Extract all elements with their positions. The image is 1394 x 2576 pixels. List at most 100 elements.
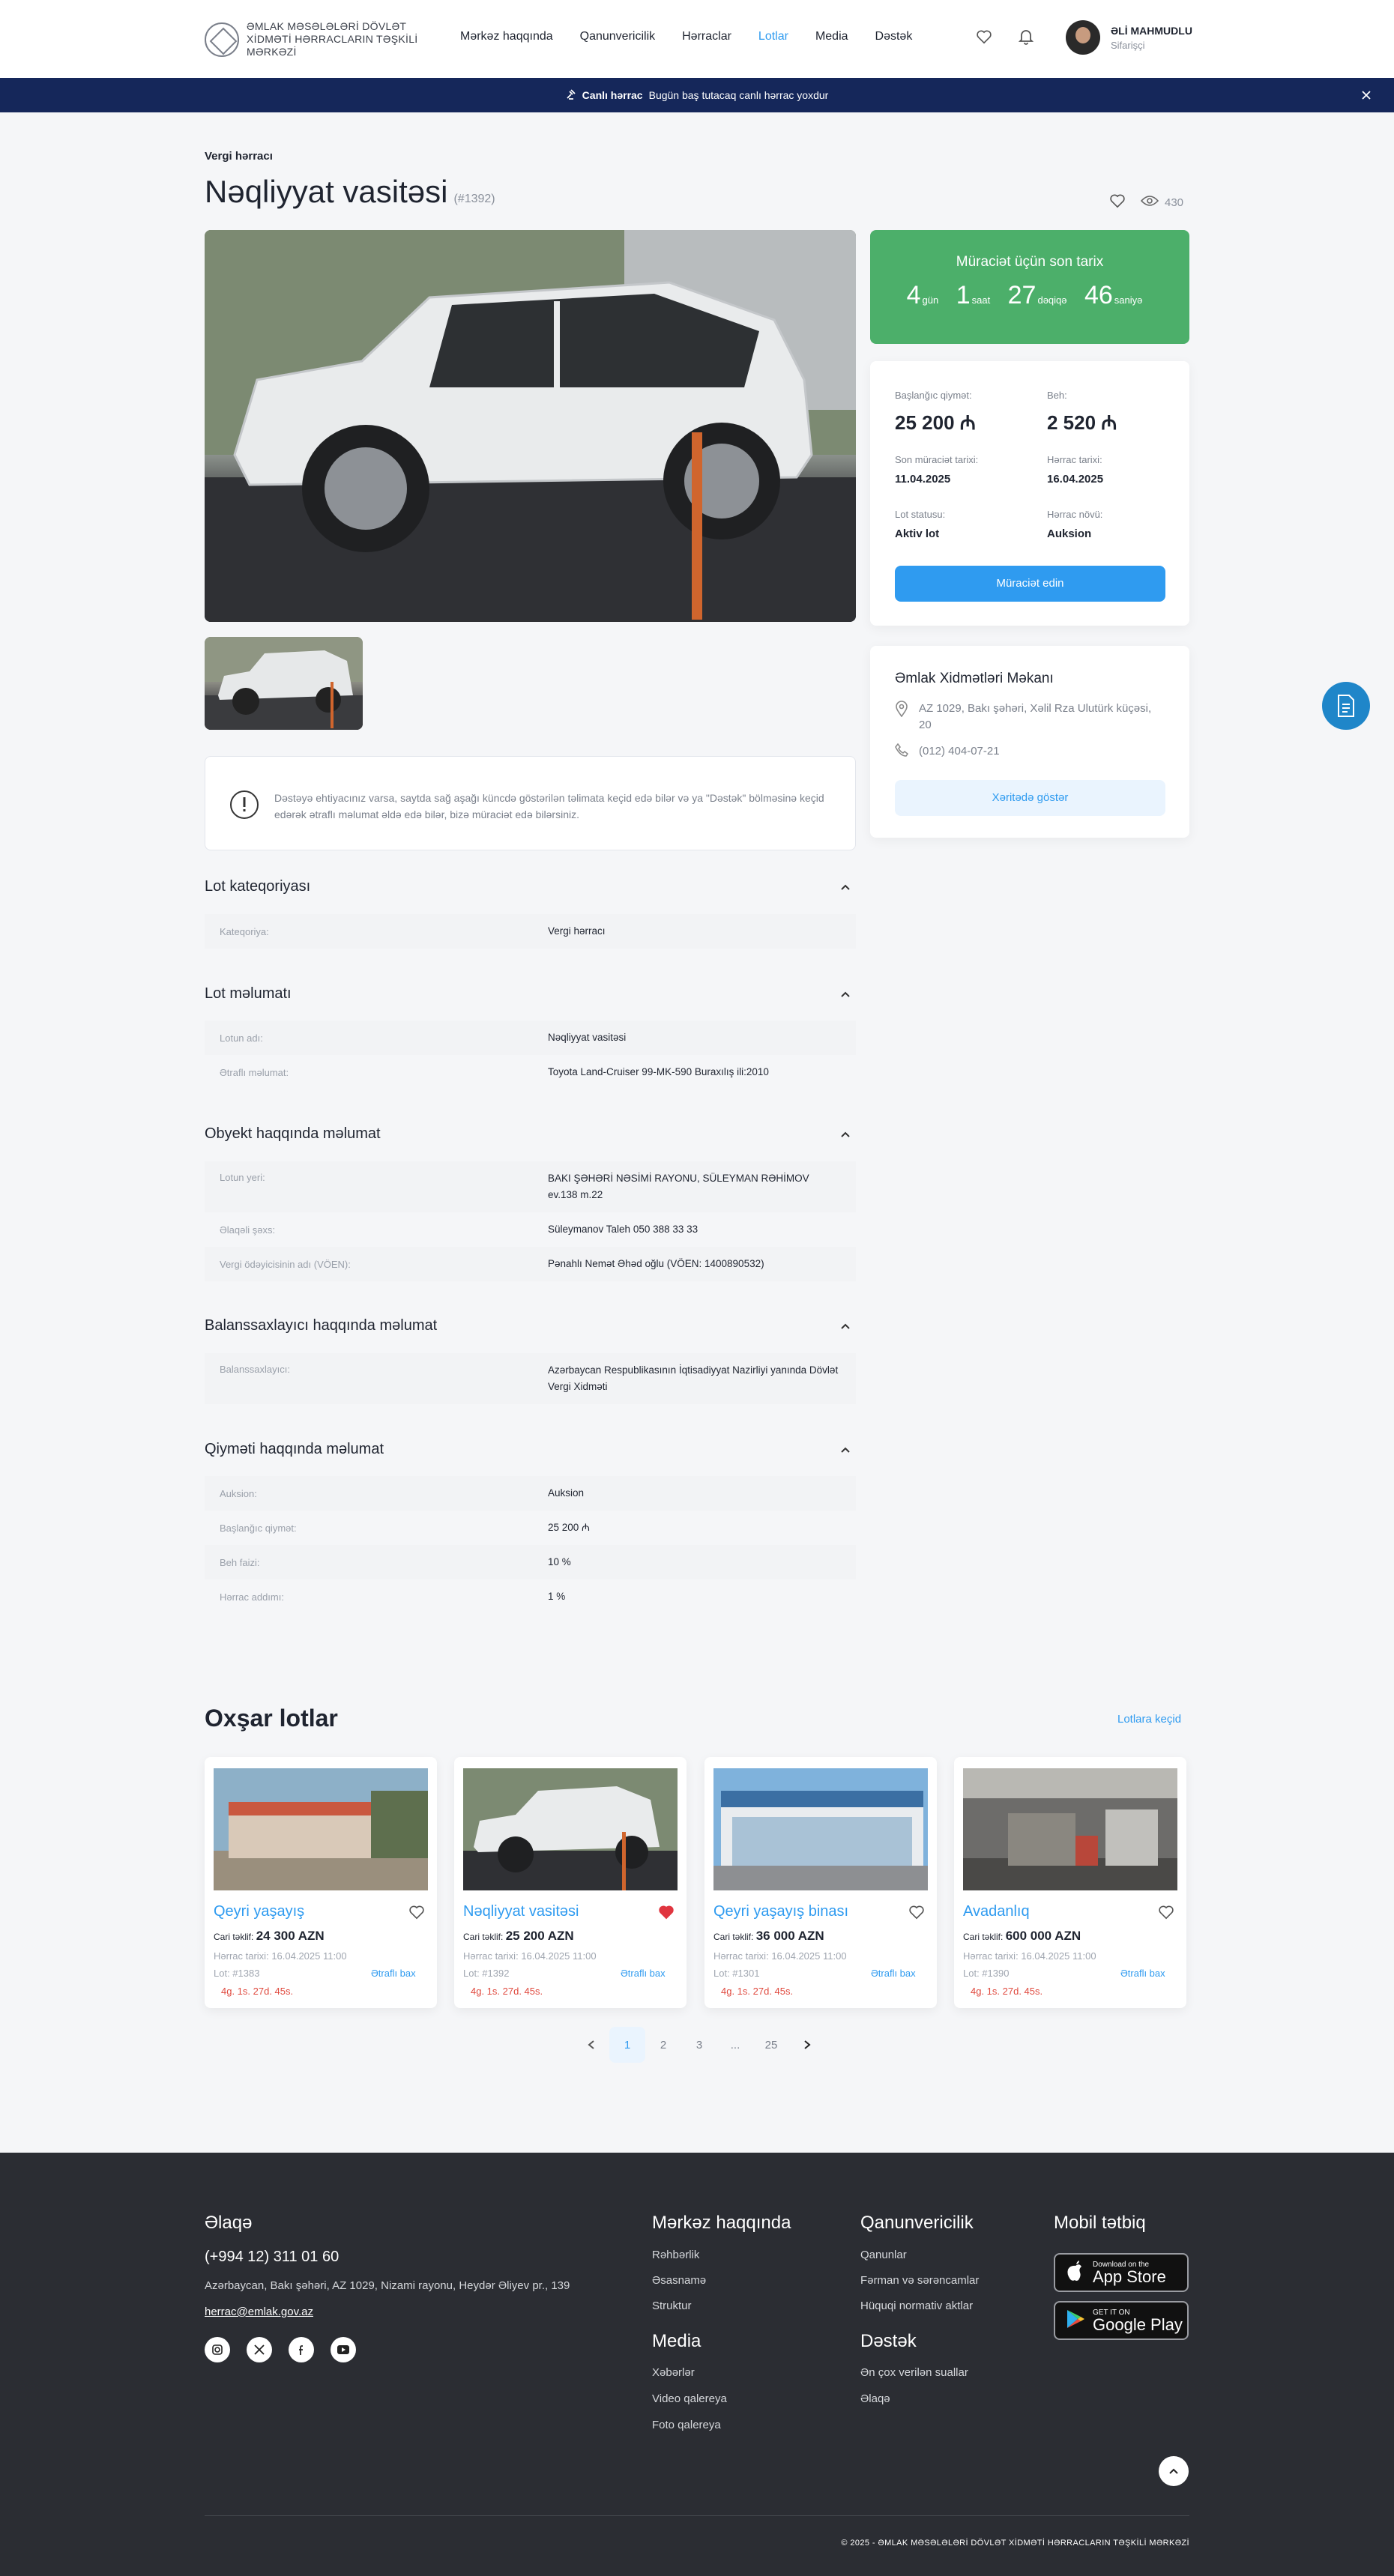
page-2[interactable]: 2 bbox=[645, 2027, 681, 2063]
chevron-up-icon[interactable] bbox=[839, 1320, 851, 1332]
document-icon[interactable] bbox=[1322, 682, 1370, 730]
lot-card[interactable]: Nəqliyyat vasitəsi Cari təklif: 25 200 A… bbox=[454, 1757, 687, 2008]
site-footer: Əlaqə (+994 12) 311 01 60 Azərbaycan, Ba… bbox=[0, 2153, 1394, 2576]
lot-card-name[interactable]: Qeyri yaşayış bbox=[214, 1903, 304, 1920]
close-icon[interactable] bbox=[1358, 87, 1375, 103]
app-store-button[interactable]: Download on the App Store bbox=[1054, 2253, 1189, 2292]
footer-link[interactable]: Fərman və sərəncamlar bbox=[860, 2274, 979, 2287]
page-title: Nəqliyyat vasitəsi (#1392) bbox=[205, 174, 495, 210]
nav-lots[interactable]: Lotlar bbox=[758, 30, 788, 43]
lot-card-name[interactable]: Qeyri yaşayış binası bbox=[713, 1903, 848, 1920]
lot-card-name[interactable]: Avadanlıq bbox=[963, 1903, 1030, 1920]
nav-media[interactable]: Media bbox=[815, 30, 848, 43]
bid-label: Cari təklif: bbox=[463, 1932, 504, 1942]
x-twitter-icon[interactable] bbox=[247, 2337, 272, 2362]
section-lotinfo-title[interactable]: Lot məlumatı bbox=[205, 985, 292, 1003]
footer-link[interactable]: Video qalereya bbox=[652, 2392, 727, 2405]
footer-link[interactable]: Xəbərlər bbox=[652, 2366, 695, 2379]
footer-link[interactable]: Struktur bbox=[652, 2300, 692, 2312]
section-holder-title[interactable]: Balanssaxlayıcı haqqında məlumat bbox=[205, 1317, 437, 1334]
heart-icon[interactable] bbox=[408, 1905, 425, 1921]
details-link[interactable]: Ətraflı bax bbox=[371, 1968, 416, 1979]
lot-main-photo[interactable] bbox=[205, 230, 856, 622]
footer-phone[interactable]: (+994 12) 311 01 60 bbox=[205, 2249, 339, 2266]
site-logo[interactable]: ƏMLAK MƏSƏLƏLƏRİ DÖVLƏT XİDMƏTİ HƏRRACLA… bbox=[205, 20, 441, 58]
nav-support[interactable]: Dəstək bbox=[875, 30, 913, 43]
lot-card[interactable]: Qeyri yaşayış binası Cari təklif: 36 000… bbox=[704, 1757, 937, 2008]
lots-link[interactable]: Lotlara keçid bbox=[1117, 1713, 1181, 1726]
breadcrumb[interactable]: Vergi hərracı bbox=[205, 150, 273, 163]
bid-value: 24 300 AZN bbox=[256, 1929, 325, 1943]
eye-icon bbox=[1140, 195, 1159, 210]
chevron-left-icon[interactable] bbox=[573, 2027, 609, 2063]
details-link[interactable]: Ətraflı bax bbox=[1120, 1968, 1165, 1979]
section-category-title[interactable]: Lot kateqoriyası bbox=[205, 878, 310, 895]
avatar bbox=[1066, 20, 1100, 55]
lot-card-photo[interactable] bbox=[214, 1768, 428, 1890]
table-row: Balanssaxlayıcı: Azərbaycan Respublikası… bbox=[205, 1353, 856, 1404]
lot-card-photo[interactable] bbox=[713, 1768, 928, 1890]
chevron-right-icon[interactable] bbox=[789, 2027, 825, 2063]
favorites-heart-icon[interactable] bbox=[974, 27, 994, 46]
section-price-title[interactable]: Qiyməti haqqında məlumat bbox=[205, 1441, 384, 1458]
bid-label: Cari təklif: bbox=[713, 1932, 754, 1942]
google-play-icon bbox=[1066, 2309, 1085, 2333]
lot-card-photo[interactable] bbox=[963, 1768, 1177, 1890]
similar-lots-title: Oxşar lotlar bbox=[205, 1705, 338, 1732]
office-address: AZ 1029, Bakı şəhəri, Xəlil Rza Ulutürk … bbox=[919, 702, 1152, 731]
footer-link[interactable]: Ən çox verilən suallar bbox=[860, 2366, 968, 2379]
nav-about[interactable]: Mərkəz haqqında bbox=[460, 30, 553, 43]
lot-card-name[interactable]: Nəqliyyat vasitəsi bbox=[463, 1903, 579, 1920]
row-key: Hərrac addımı: bbox=[220, 1591, 284, 1603]
heart-icon[interactable] bbox=[908, 1905, 925, 1921]
footer-link[interactable]: Hüquqi normativ aktlar bbox=[860, 2300, 973, 2312]
page-3[interactable]: 3 bbox=[681, 2027, 717, 2063]
footer-email[interactable]: herrac@emlak.gov.az bbox=[205, 2306, 313, 2318]
footer-link[interactable]: Əsasnamə bbox=[652, 2274, 706, 2287]
countdown-hours: 1 bbox=[956, 281, 971, 309]
footer-link[interactable]: Əlaqə bbox=[860, 2392, 890, 2405]
notification-bell-icon[interactable] bbox=[1016, 27, 1036, 46]
office-phone[interactable]: (012) 404-07-21 bbox=[919, 743, 1000, 762]
auction-date: Hərrac tarixi: 16.04.2025 bbox=[1047, 454, 1103, 486]
footer-link[interactable]: Rəhbərlik bbox=[652, 2249, 699, 2261]
lot-card[interactable]: Avadanlıq Cari təklif: 600 000 AZN Hərra… bbox=[954, 1757, 1186, 2008]
scroll-to-top-chevron-up-icon[interactable] bbox=[1159, 2456, 1189, 2486]
details-link[interactable]: Ətraflı bax bbox=[621, 1968, 666, 1979]
chevron-up-icon[interactable] bbox=[839, 988, 851, 1000]
lot-card[interactable]: Qeyri yaşayış Cari təklif: 24 300 AZN Hə… bbox=[205, 1757, 437, 2008]
nav-legislation[interactable]: Qanunvericilik bbox=[580, 30, 655, 43]
youtube-icon[interactable] bbox=[331, 2337, 356, 2362]
apply-button[interactable]: Müraciət edin bbox=[895, 566, 1165, 602]
date-value: 16.04.2025 11:00 bbox=[521, 1950, 597, 1962]
instagram-icon[interactable] bbox=[205, 2337, 230, 2362]
show-on-map-button[interactable]: Xəritədə göstər bbox=[895, 780, 1165, 816]
exclamation-circle-icon bbox=[229, 790, 259, 820]
page-25[interactable]: 25 bbox=[753, 2027, 789, 2063]
heart-filled-icon[interactable] bbox=[658, 1905, 675, 1921]
date-label: Hərrac tarixi: bbox=[713, 1950, 769, 1962]
chevron-up-icon[interactable] bbox=[839, 1444, 851, 1456]
gavel-icon bbox=[566, 88, 576, 102]
heart-icon[interactable] bbox=[1158, 1905, 1174, 1921]
google-play-button[interactable]: GET IT ON Google Play bbox=[1054, 2301, 1189, 2340]
footer-link[interactable]: Qanunlar bbox=[860, 2249, 907, 2261]
footer-support-title: Dəstək bbox=[860, 2331, 917, 2351]
lot-thumbnail[interactable] bbox=[205, 637, 363, 730]
page-1[interactable]: 1 bbox=[609, 2027, 645, 2063]
user-menu[interactable]: ƏLİ MAHMUDLU Sifarişçi bbox=[1066, 20, 1192, 55]
date-label: Hərrac tarixi: bbox=[463, 1950, 519, 1962]
chevron-up-icon[interactable] bbox=[839, 1128, 851, 1140]
section-object-title[interactable]: Obyekt haqqında məlumat bbox=[205, 1125, 381, 1143]
facebook-icon[interactable] bbox=[289, 2337, 314, 2362]
lot-summary-card: Başlanğıc qiymət: 25 200 ₼ Beh: 2 520 ₼ … bbox=[870, 361, 1189, 626]
favorite-heart-icon[interactable] bbox=[1109, 193, 1126, 211]
bid-label: Cari təklif: bbox=[963, 1932, 1004, 1942]
countdown-seconds-unit: saniyə bbox=[1114, 294, 1143, 306]
footer-link[interactable]: Foto qalereya bbox=[652, 2419, 721, 2431]
details-link[interactable]: Ətraflı bax bbox=[871, 1968, 916, 1979]
nav-auctions[interactable]: Hərraclar bbox=[682, 30, 731, 43]
lot-card-photo[interactable] bbox=[463, 1768, 678, 1890]
table-row: Başlanğıc qiymət: 25 200 ₼ bbox=[205, 1511, 856, 1545]
chevron-up-icon[interactable] bbox=[839, 881, 851, 893]
